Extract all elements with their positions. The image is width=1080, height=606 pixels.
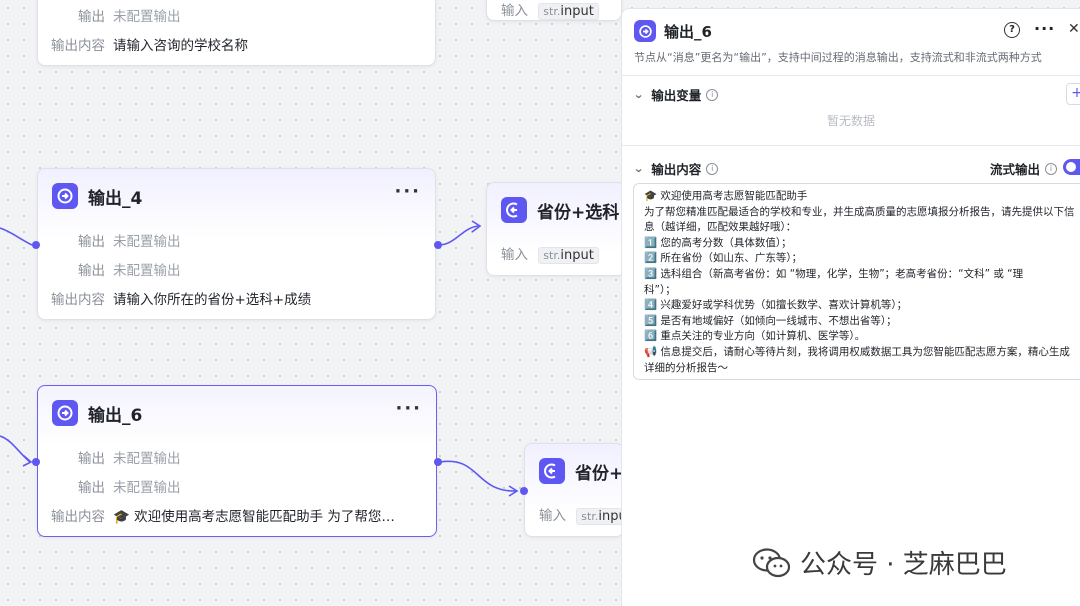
province2-input-port[interactable]	[520, 487, 528, 495]
info-icon: i	[706, 88, 719, 101]
input-node-icon	[539, 458, 565, 484]
node-content-row: 输出内容 🎓 欢迎使用高考志愿智能匹配助手 为了帮您…	[51, 509, 395, 525]
content-line: 3️⃣ 选科组合（新高考省份：如 “物理，化学，生物”；老高考省份：“文科” 或…	[644, 267, 1024, 280]
more-options-button[interactable]: ···	[395, 398, 422, 419]
edge-into-node4	[0, 227, 33, 246]
content-line: 科”）；	[644, 283, 676, 296]
input-node-top[interactable]: 输入 str.input	[486, 0, 622, 21]
content-line: 📢 信息提交后，请耐心等待片刻，我将调用权威数据工具为您智能匹配志愿方案，精心生…	[644, 345, 1070, 358]
empty-state-text: 暂无数据	[826, 114, 875, 128]
add-variable-button[interactable]: +	[1066, 83, 1080, 105]
output-node-icon	[52, 183, 78, 209]
edge-node4-to-province	[438, 225, 479, 246]
panel-title: 输出_6	[664, 22, 712, 41]
node-content-row: 输出内容 请输入你所在的省份+选科+成绩	[51, 292, 312, 308]
input-type-tag: str.input	[538, 3, 599, 20]
info-icon: i	[1045, 162, 1058, 175]
node-output-row: 输出 未配置输出	[78, 263, 181, 279]
node-output-row: 输出 未配置输出	[78, 9, 181, 25]
more-options-button[interactable]: ···	[394, 181, 421, 202]
chevron-down-icon: ⌄	[633, 162, 645, 175]
content-line: 5️⃣ 是否有地域偏好（如倾向一线城市、不想出省等）；	[644, 314, 897, 327]
panel-more-button[interactable]: ···	[1034, 19, 1055, 38]
node6-input-port[interactable]	[32, 458, 40, 466]
node-config-panel: 输出_6 ? ··· ✕ 节点从“消息”更名为“输出”，支持中间过程的消息输出，…	[621, 8, 1080, 606]
input-type-tag: str.input	[538, 247, 599, 264]
content-line: 1️⃣ 您的高考分数（具体数值）；	[644, 236, 792, 249]
input-row: 输入 str.inpu	[539, 504, 632, 525]
content-line: 息（越详细，匹配效果越好哦）：	[644, 221, 797, 234]
output-node-icon	[52, 400, 78, 426]
output-node-icon	[634, 20, 656, 42]
content-line: 2️⃣ 所在省份（如山东、广东等）；	[644, 252, 803, 265]
panel-description: 节点从“消息”更名为“输出”，支持中间过程的消息输出，支持流式和非流式两种方式	[634, 51, 1042, 64]
watermark: 公众号 · 芝麻巴巴	[752, 544, 1007, 581]
node-title: 省份+	[575, 463, 624, 484]
output-node-4[interactable]: 输出_4 ··· 输出 未配置输出 输出 未配置输出 输出内容 请输入你所在的省份+选…	[37, 168, 436, 320]
node-title: 输出_4	[88, 188, 143, 209]
province-node-2[interactable]: 省份+ 输入 str.inpu	[524, 443, 632, 537]
chevron-down-icon: ⌄	[633, 88, 645, 101]
node6-output-port[interactable]	[434, 458, 442, 466]
input-row: 输入 str.input	[501, 243, 599, 264]
stream-output-label: 流式输出 i	[990, 159, 1058, 178]
divider	[622, 75, 1080, 76]
content-line: 🎓 欢迎使用高考志愿智能匹配助手	[644, 190, 808, 202]
node-title: 省份+选科	[537, 202, 620, 223]
province-node-1[interactable]: 省份+选科 输入 str.input	[486, 182, 626, 276]
content-line: 6️⃣ 重点关注的专业方向（如计算机、医学等）。	[644, 330, 866, 343]
content-line: 为了帮您精准匹配最适合的学校和专业，并生成高质量的志愿填报分析报告，请先提供以下…	[644, 205, 1075, 218]
output-content-section[interactable]: ⌄ 输出内容 i	[633, 159, 719, 178]
node4-input-port[interactable]	[32, 241, 40, 249]
wechat-icon	[752, 547, 791, 577]
node4-output-port[interactable]	[434, 241, 442, 249]
node-content-row: 输出内容 请输入咨询的学校名称	[51, 38, 248, 54]
stream-output-toggle[interactable]	[1063, 159, 1080, 175]
output-node-6[interactable]: 输出_6 ··· 输出 未配置输出 输出 未配置输出 输出内容 🎓 欢迎使用高考志愿智…	[37, 385, 437, 537]
output-node-top[interactable]: 输出 未配置输出 输出内容 请输入咨询的学校名称	[37, 0, 436, 66]
edge-node6-to-province2	[439, 460, 517, 492]
content-line: 4️⃣ 兴趣爱好或学科优势（如擅长数学、喜欢计算机等）；	[644, 299, 908, 312]
divider	[622, 145, 1080, 146]
input-row: 输入 str.input	[501, 0, 599, 20]
help-icon[interactable]: ?	[1004, 22, 1020, 38]
node-output-row: 输出 未配置输出	[78, 451, 181, 467]
close-icon[interactable]: ✕	[1068, 21, 1080, 37]
node-title: 输出_6	[88, 405, 143, 426]
node-output-row: 输出 未配置输出	[78, 480, 181, 496]
node-output-row: 输出 未配置输出	[78, 234, 181, 250]
input-node-icon	[501, 197, 527, 223]
output-variables-section[interactable]: ⌄ 输出变量 i	[633, 85, 719, 104]
content-line: 详细的分析报告～	[644, 361, 728, 374]
output-content-editor[interactable]: 🎓 欢迎使用高考志愿智能匹配助手为了帮您精准匹配最适合的学校和专业，并生成高质量…	[633, 183, 1080, 380]
info-icon: i	[706, 162, 719, 175]
